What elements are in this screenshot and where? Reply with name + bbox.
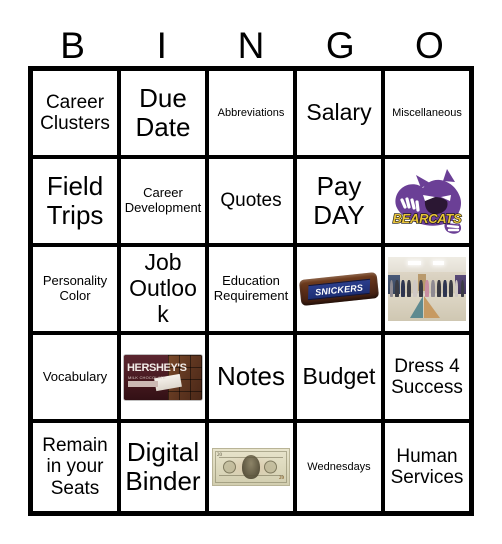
bingo-cell-b1[interactable]: Career Clusters — [33, 71, 121, 159]
header-letter-n: N — [237, 25, 265, 66]
bearcats-logo-image: BEARCATS — [388, 161, 466, 241]
student-group — [389, 280, 465, 297]
person — [436, 280, 441, 297]
bingo-cell-label: Personality Color — [42, 273, 108, 303]
bingo-cell-i2[interactable]: Career Development — [121, 159, 209, 247]
bingo-cell-g4[interactable]: Budget — [297, 335, 385, 423]
bingo-cell-g5[interactable]: Wednesdays — [297, 423, 385, 511]
person — [431, 280, 435, 297]
candy-bar-icon: SNICKERS — [298, 271, 380, 307]
bingo-cell-g2[interactable]: Pay DAY — [297, 159, 385, 247]
bingo-cell-o5[interactable]: Human Services — [385, 423, 469, 511]
bill-seal-right — [264, 460, 277, 474]
bingo-cell-i5[interactable]: Digital Binder — [121, 423, 209, 511]
bingo-grid: Career Clusters Due Date Abbreviations S… — [28, 66, 474, 516]
bingo-cell-label: Quotes — [220, 190, 282, 212]
hersheys-bar-image: HERSHEY'S MILK CHOCOLATE — [124, 337, 202, 417]
bingo-row: Remain in your Seats Digital Binder 20 2… — [33, 423, 469, 511]
bingo-cell-g1[interactable]: Salary — [297, 71, 385, 159]
bingo-cell-o3[interactable] — [385, 247, 469, 335]
hersheys-wordmark: HERSHEY'S — [127, 361, 187, 374]
bingo-cell-label: Abbreviations — [217, 106, 285, 119]
bingo-cell-g3[interactable]: SNICKERS — [297, 247, 385, 335]
bingo-card: B I N G O Career Clusters Due Date Abbre… — [0, 0, 502, 544]
bingo-cell-n1[interactable]: Abbreviations — [209, 71, 297, 159]
bingo-row: Field Trips Career Development Quotes Pa… — [33, 159, 469, 247]
header-letter-g: G — [325, 25, 355, 66]
bingo-header: B I N G O — [28, 18, 474, 66]
bingo-cell-o4[interactable]: Dress 4 Success — [385, 335, 469, 423]
person — [407, 280, 412, 297]
header-letter-o: O — [415, 25, 444, 66]
snickers-band: SNICKERS — [307, 278, 371, 300]
bingo-cell-label: Job Outlook — [129, 249, 197, 327]
ceiling-light — [433, 261, 445, 265]
bingo-cell-b4[interactable]: Vocabulary — [33, 335, 121, 423]
photo-ceiling — [388, 257, 466, 274]
bingo-cell-label: Pay DAY — [313, 170, 365, 230]
bearcats-mascot-icon: BEARCATS — [385, 164, 469, 238]
bingo-cell-label: Education Requirement — [213, 273, 289, 303]
bingo-cell-label: Career Development — [124, 185, 202, 215]
bingo-row: Vocabulary HERSHEY'S MILK CHOCOLATE Note… — [33, 335, 469, 423]
bingo-row: Career Clusters Due Date Abbreviations S… — [33, 71, 469, 159]
bingo-cell-label: Digital Binder — [125, 436, 201, 496]
bingo-cell-i1[interactable]: Due Date — [121, 71, 209, 159]
person — [395, 280, 400, 297]
bill-denomination: 20 — [279, 476, 284, 481]
bingo-cell-b3[interactable]: Personality Color — [33, 247, 121, 335]
bingo-cell-i3[interactable]: Job Outlook — [121, 247, 209, 335]
bingo-cell-label: Human Services — [390, 445, 464, 488]
person — [401, 280, 406, 297]
person — [460, 280, 465, 297]
bingo-cell-n4[interactable]: Notes — [209, 335, 297, 423]
header-letter-b: B — [60, 25, 85, 66]
bearcats-wordmark: BEARCATS — [392, 210, 462, 226]
person — [425, 280, 429, 297]
bingo-cell-b2[interactable]: Field Trips — [33, 159, 121, 247]
snickers-bar-image: SNICKERS — [298, 249, 380, 329]
chocolate-bar-icon: HERSHEY'S MILK CHOCOLATE — [124, 354, 202, 400]
bingo-cell-b5[interactable]: Remain in your Seats — [33, 423, 121, 511]
bill-microprint — [219, 457, 283, 458]
bingo-cell-o2[interactable]: BEARCATS — [385, 159, 469, 247]
bingo-cell-n3[interactable]: Education Requirement — [209, 247, 297, 335]
hersheys-badge — [128, 380, 158, 387]
person — [413, 280, 417, 297]
ceiling-light — [408, 261, 421, 265]
snickers-wordmark: SNICKERS — [314, 281, 364, 297]
bingo-cell-label: Dress 4 Success — [391, 355, 463, 398]
person — [448, 280, 453, 297]
header-letter-i: I — [156, 25, 167, 66]
bingo-cell-label: Budget — [302, 363, 376, 390]
bingo-cell-label: Field Trips — [46, 170, 104, 230]
bingo-cell-label: Due Date — [135, 82, 191, 142]
floor-pattern — [423, 296, 440, 319]
bill-seal-left — [223, 460, 236, 474]
bingo-cell-n2[interactable]: Quotes — [209, 159, 297, 247]
students-hallway-photo — [388, 257, 466, 321]
bingo-cell-i4[interactable]: HERSHEY'S MILK CHOCOLATE — [121, 335, 209, 423]
person — [389, 280, 394, 297]
bingo-cell-label: Wednesdays — [307, 460, 371, 473]
bingo-cell-label: Career Clusters — [40, 91, 110, 134]
bill-microprint — [219, 475, 283, 476]
bingo-row: Personality Color Job Outlook Education … — [33, 247, 469, 335]
money-icon: 20 20 — [212, 448, 290, 486]
bingo-cell-label: Remain in your Seats — [42, 435, 108, 499]
bill-denomination: 20 — [217, 453, 222, 458]
bingo-cell-label: Salary — [306, 99, 372, 126]
group-photo-image — [388, 249, 466, 329]
bingo-cell-o1[interactable]: Miscellaneous — [385, 71, 469, 159]
person — [442, 280, 447, 297]
bingo-cell-label: Notes — [217, 361, 285, 392]
bingo-cell-label: Miscellaneous — [392, 106, 462, 119]
bingo-cell-label: Vocabulary — [42, 368, 108, 384]
hersheys-subtext: MILK CHOCOLATE — [128, 374, 166, 380]
person — [454, 280, 459, 297]
bingo-cell-n5[interactable]: 20 20 — [209, 423, 297, 511]
twenty-dollar-bill-image: 20 20 — [212, 425, 290, 509]
floor-pattern — [409, 296, 423, 319]
person — [419, 280, 423, 297]
